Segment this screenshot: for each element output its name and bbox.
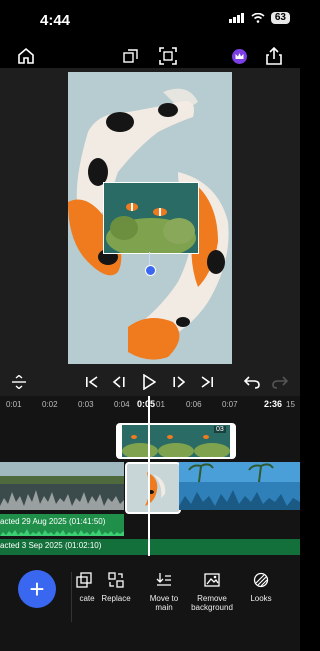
main-clip-3[interactable] xyxy=(179,462,300,510)
rotate-handle-line xyxy=(149,252,150,266)
audio-track-2[interactable]: acted 3 Sep 2025 (01:02:10) xyxy=(0,539,300,555)
main-clip-koi-selected[interactable] xyxy=(125,462,181,514)
preview-area xyxy=(0,68,300,368)
looks-tool[interactable]: Looks xyxy=(229,572,293,603)
main-clip-1[interactable] xyxy=(0,462,124,510)
audio-track-1[interactable]: acted 29 Aug 2025 (01:41:50) xyxy=(0,514,124,536)
expand-collapse-icon[interactable] xyxy=(12,375,26,389)
timeline[interactable]: 0:01 0:02 0:03 0:04 0:05 01 0:06 0:07 2:… xyxy=(0,396,300,566)
redo-icon xyxy=(272,376,288,389)
audio-track-label: acted 3 Sep 2025 (01:02:10) xyxy=(0,541,102,550)
looks-label: Looks xyxy=(250,594,272,603)
move-to-main-icon xyxy=(156,573,171,586)
ruler-tick: 0:03 xyxy=(78,400,94,409)
lake-thumbnails xyxy=(0,462,124,510)
koi-thumbnail xyxy=(127,464,179,512)
overlay-clip[interactable]: 03 xyxy=(116,423,236,459)
premium-crown-icon[interactable] xyxy=(232,49,247,64)
replace-label: Replace xyxy=(101,594,131,603)
ruler-tick: 15 xyxy=(286,400,295,409)
beach-thumbnails xyxy=(179,462,300,510)
playback-controls xyxy=(0,368,300,396)
rotate-handle[interactable] xyxy=(145,265,156,276)
plus-icon: + xyxy=(29,574,45,604)
undo-icon[interactable] xyxy=(244,375,260,389)
clownfish-image xyxy=(104,183,198,253)
current-time: 0:05 xyxy=(137,399,156,409)
skip-to-start-icon[interactable] xyxy=(85,376,99,388)
play-icon[interactable] xyxy=(142,374,156,390)
end-time: 2:36 xyxy=(264,399,283,409)
aspect-ratio-icon[interactable] xyxy=(123,48,139,64)
wifi-icon xyxy=(251,13,265,23)
playhead[interactable] xyxy=(148,396,150,556)
ruler-tick: 0:01 xyxy=(6,400,22,409)
skip-to-end-icon[interactable] xyxy=(200,376,214,388)
move-to-main-label: Move to main xyxy=(149,594,179,612)
ruler-tick: 0:07 xyxy=(222,400,238,409)
add-media-button[interactable]: + xyxy=(18,570,56,608)
home-icon[interactable] xyxy=(17,47,35,65)
status-icons: 63 xyxy=(228,12,290,24)
fit-frame-icon[interactable] xyxy=(159,47,177,65)
bottom-toolbar: + cate Replace Move to main Remove backg… xyxy=(0,566,300,651)
audio-waveform xyxy=(0,529,124,536)
overlay-clip-preview[interactable] xyxy=(103,182,199,254)
ruler-tick: 0:02 xyxy=(42,400,58,409)
battery-indicator: 63 xyxy=(270,12,290,24)
audio-track-label: acted 29 Aug 2025 (01:41:50) xyxy=(0,517,106,526)
ruler-tick: 0:04 xyxy=(114,400,130,409)
looks-icon xyxy=(253,572,269,588)
ruler-tick: 0:06 xyxy=(186,400,202,409)
signal-icon xyxy=(228,13,244,23)
replace-icon xyxy=(108,572,124,588)
previous-frame-icon[interactable] xyxy=(112,376,126,388)
remove-background-icon xyxy=(204,573,220,587)
next-frame-icon[interactable] xyxy=(172,376,186,388)
status-time: 4:44 xyxy=(40,12,71,29)
ruler-tick: 01 xyxy=(156,400,165,409)
clip-duration: 03 xyxy=(214,426,226,433)
share-icon[interactable] xyxy=(265,46,283,66)
time-ruler: 0:01 0:02 0:03 0:04 0:05 01 0:06 0:07 2:… xyxy=(0,396,300,412)
